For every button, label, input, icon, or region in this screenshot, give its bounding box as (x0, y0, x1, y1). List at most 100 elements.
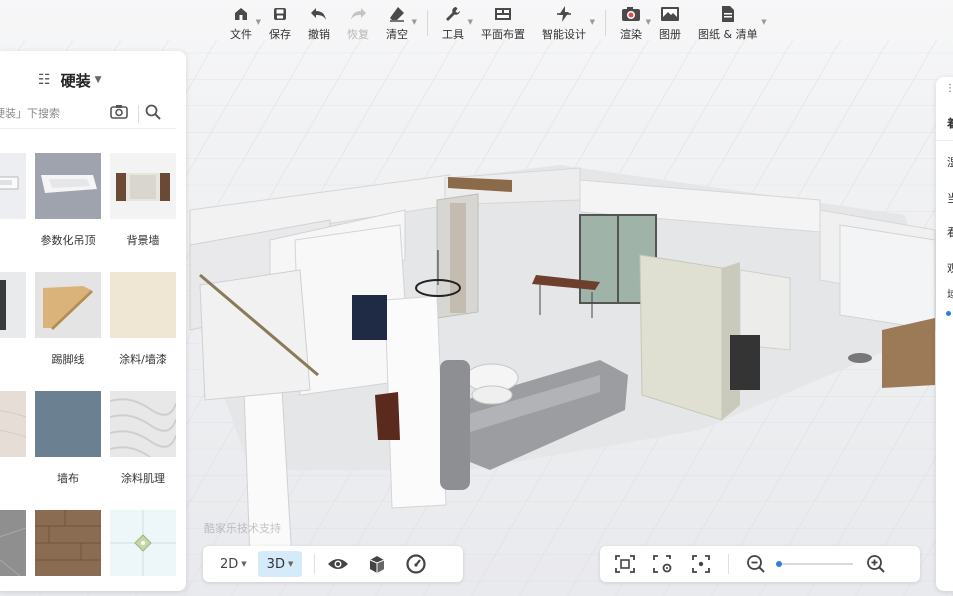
zoom-track (777, 563, 853, 565)
panel-row-label: 观 (947, 262, 953, 275)
material-item[interactable] (0, 510, 27, 591)
zoom-out-button[interactable] (743, 551, 769, 577)
divider (314, 554, 316, 574)
file-label: 文件 (230, 28, 252, 41)
caret-down-icon: ▼ (411, 18, 417, 26)
visibility-button[interactable] (325, 551, 351, 577)
gallery-icon (659, 4, 681, 24)
toolbar-divider (605, 10, 606, 36)
home-icon (230, 4, 252, 24)
view-2d-button[interactable]: 2D ▼ (211, 551, 256, 577)
camera-icon (620, 4, 642, 24)
material-item[interactable] (34, 510, 102, 591)
material-label: 参数化吊顶 (40, 234, 96, 247)
undo-label: 撤销 (308, 28, 330, 41)
undo-icon (308, 4, 330, 24)
stone-thumb (0, 510, 27, 577)
wrench-icon (442, 4, 464, 24)
material-label: 涂料肌理 (121, 472, 165, 485)
document-icon (717, 4, 739, 24)
smart-design-button[interactable]: 智能设计 ▼ (542, 0, 595, 44)
material-label: 板 (0, 352, 27, 367)
redo-icon (347, 4, 369, 24)
material-item[interactable]: 踢脚线 (34, 272, 102, 382)
panel-row-label: 看 (947, 226, 953, 239)
search-input[interactable] (0, 107, 108, 120)
material-label: 涂料/墙漆 (119, 353, 167, 366)
material-item[interactable]: 墙布 (34, 391, 102, 501)
zoom-out-icon (747, 555, 765, 573)
wall-cloth-thumb (35, 391, 101, 457)
clear-button[interactable]: 清空 ▼ (386, 0, 417, 44)
suspended-ceiling-thumb (35, 153, 101, 219)
material-item[interactable]: 板 (0, 272, 27, 382)
caret-down-icon: ▼ (467, 18, 473, 26)
view-3d-label: 3D (266, 556, 285, 572)
panel-row-label: 当 (947, 192, 953, 205)
material-item[interactable]: 参数化吊顶 (34, 153, 102, 263)
render-button[interactable]: 渲染 ▼ (620, 0, 651, 44)
tools-label: 工具 (442, 28, 464, 41)
panel-row-label: 域 (947, 288, 953, 301)
skirting-thumb (35, 272, 101, 338)
focus-icon (692, 555, 710, 573)
save-button[interactable]: 保存 (269, 0, 291, 44)
divider (728, 554, 729, 574)
material-item[interactable]: 顶 (0, 153, 27, 263)
toolbar-divider (427, 10, 428, 36)
material-item[interactable]: 纸 (0, 391, 27, 501)
performance-button[interactable] (403, 551, 429, 577)
search-bar (0, 99, 176, 129)
panel-title: 硬装 (60, 71, 91, 90)
material-item[interactable]: 涂料肌理 (109, 391, 177, 501)
undo-button[interactable]: 撤销 (308, 0, 330, 44)
layout-icon (492, 4, 514, 24)
focus-button[interactable] (688, 551, 714, 577)
search-icon[interactable] (145, 104, 161, 124)
caret-down-icon: ▼ (94, 75, 102, 85)
image-search-icon[interactable] (110, 104, 128, 124)
drag-handle-icon[interactable]: ⋮⋮ (945, 83, 953, 94)
redo-label: 恢复 (347, 28, 369, 41)
material-label: 背景墙 (126, 234, 160, 247)
caret-down-icon: ▼ (761, 18, 767, 26)
view-settings-icon (653, 555, 672, 573)
material-label: 顶 (0, 233, 27, 248)
caret-down-icon: ▼ (287, 560, 294, 568)
zoom-slider[interactable] (775, 557, 853, 571)
view-3d-button[interactable]: 3D ▼ (257, 551, 303, 577)
file-button[interactable]: 文件 ▼ (230, 0, 261, 44)
panel-tab-label[interactable]: 着 (947, 115, 953, 131)
texture-paint-thumb (109, 391, 177, 458)
tools-button[interactable]: 工具 ▼ (442, 0, 473, 44)
view-settings-button[interactable] (650, 551, 676, 577)
redo-button[interactable]: 恢复 (347, 0, 369, 44)
floor-layout-label: 平面布置 (481, 28, 525, 41)
status-dot (946, 311, 951, 316)
wood-floor-thumb (35, 510, 101, 576)
floor-layout-button[interactable]: 平面布置 (481, 0, 525, 44)
caret-down-icon: ▼ (645, 18, 651, 26)
clear-label: 清空 (386, 28, 408, 41)
fit-screen-icon (615, 555, 635, 573)
zoom-handle[interactable] (775, 561, 782, 567)
drawings-list-button[interactable]: 图纸 & 清单 ▼ (698, 0, 767, 44)
gallery-button[interactable]: 图册 (659, 0, 681, 44)
material-item[interactable] (109, 510, 177, 591)
ceiling-light-thumb (0, 153, 26, 219)
view-mode-bar: 2D ▼ 3D ▼ (203, 546, 463, 582)
material-item[interactable]: 背景墙 (109, 153, 177, 263)
cube-view-button[interactable] (364, 551, 390, 577)
properties-panel: ⋮⋮ 着 湿 当 看 观 域 (936, 77, 953, 591)
material-item[interactable]: 涂料/墙漆 (109, 272, 177, 382)
material-label: 墙布 (57, 472, 79, 485)
fit-view-button[interactable] (612, 551, 638, 577)
lightning-icon (553, 4, 575, 24)
watermark: 酷家乐技术支持 (204, 522, 281, 535)
save-icon (269, 4, 291, 24)
zoom-in-button[interactable] (863, 551, 889, 577)
save-label: 保存 (269, 28, 291, 41)
eye-icon (328, 559, 349, 569)
material-label: 纸 (0, 471, 27, 486)
render-label: 渲染 (620, 28, 642, 41)
